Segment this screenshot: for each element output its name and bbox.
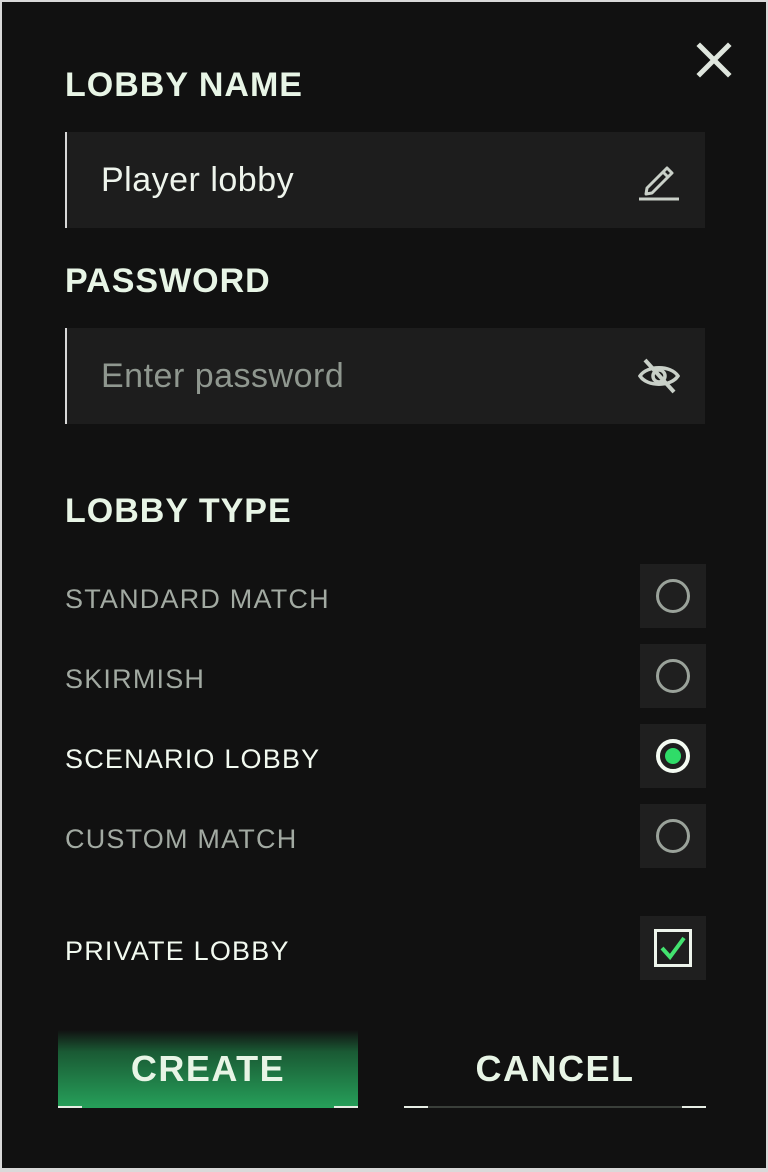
create-button-label: CREATE [130, 1048, 286, 1089]
close-icon [696, 42, 732, 78]
close-button[interactable] [692, 38, 736, 82]
create-lobby-dialog: LOBBY NAME Player lobby PASSWORD Enter p… [2, 2, 766, 1168]
checkbox-frame [654, 929, 692, 967]
button-corner [58, 1106, 82, 1108]
radio-ring-selected [656, 739, 690, 773]
option-label-skirmish: SKIRMISH [65, 664, 206, 694]
radio-standard-match[interactable] [640, 564, 706, 628]
field-edge [65, 132, 67, 228]
pencil-icon[interactable] [637, 158, 681, 202]
password-heading: PASSWORD [65, 262, 271, 300]
password-field[interactable]: Enter password [65, 328, 705, 424]
radio-skirmish[interactable] [640, 644, 706, 708]
cancel-button[interactable]: CANCEL [404, 1030, 706, 1108]
button-underline [404, 1106, 706, 1108]
private-lobby-label: PRIVATE LOBBY [65, 936, 290, 966]
lobby-name-heading: LOBBY NAME [65, 66, 303, 104]
lobby-name-field[interactable]: Player lobby [65, 132, 705, 228]
checkmark-icon [660, 936, 686, 961]
radio-scenario-lobby[interactable] [640, 724, 706, 788]
button-corner [404, 1106, 428, 1108]
radio-ring [656, 819, 690, 853]
lobby-name-value[interactable]: Player lobby [101, 132, 294, 228]
radio-custom-match[interactable] [640, 804, 706, 868]
radio-ring [656, 579, 690, 613]
radio-dot [665, 748, 681, 764]
lobby-type-heading: LOBBY TYPE [65, 492, 292, 530]
eye-off-icon[interactable] [637, 354, 681, 398]
cancel-button-label: CANCEL [475, 1048, 635, 1089]
button-corner [334, 1106, 358, 1108]
field-edge [65, 328, 67, 424]
radio-ring [656, 659, 690, 693]
create-button[interactable]: CREATE [58, 1030, 358, 1108]
private-lobby-checkbox[interactable] [640, 916, 706, 980]
option-label-scenario-lobby: SCENARIO LOBBY [65, 744, 321, 774]
password-input[interactable]: Enter password [101, 328, 344, 424]
option-label-custom-match: CUSTOM MATCH [65, 824, 298, 854]
option-label-standard-match: STANDARD MATCH [65, 584, 330, 614]
button-corner [682, 1106, 706, 1108]
